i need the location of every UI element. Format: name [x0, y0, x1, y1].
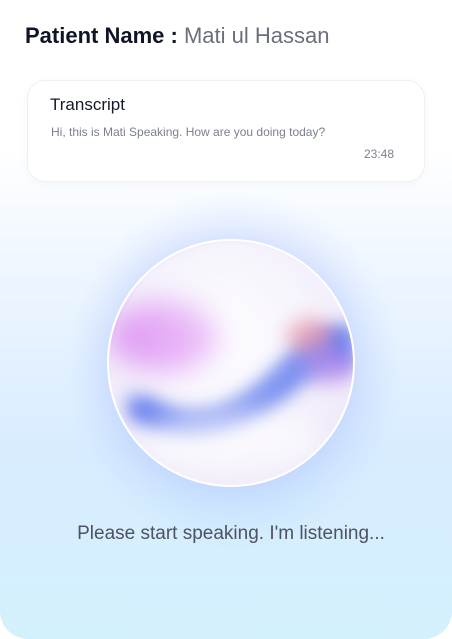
patient-name-label: Patient Name : [25, 23, 184, 48]
patient-name-heading: Patient Name : Mati ul Hassan [25, 22, 329, 50]
voice-orb-sphere [107, 239, 355, 487]
patient-name-value: Mati ul Hassan [183, 23, 330, 48]
orb-wave-graphic [109, 243, 353, 485]
voice-orb[interactable] [107, 239, 355, 487]
voice-session-screen: Patient Name : Mati ul Hassan Transcript… [0, 0, 452, 639]
listening-status-text: Please start speaking. I'm listening... [77, 523, 385, 544]
transcript-card: Transcript Hi, this is Mati Speaking. Ho… [27, 80, 425, 182]
transcript-timestamp: 23:48 [363, 147, 394, 161]
transcript-title: Transcript [50, 95, 125, 114]
transcript-message: Hi, this is Mati Speaking. How are you d… [51, 125, 326, 139]
